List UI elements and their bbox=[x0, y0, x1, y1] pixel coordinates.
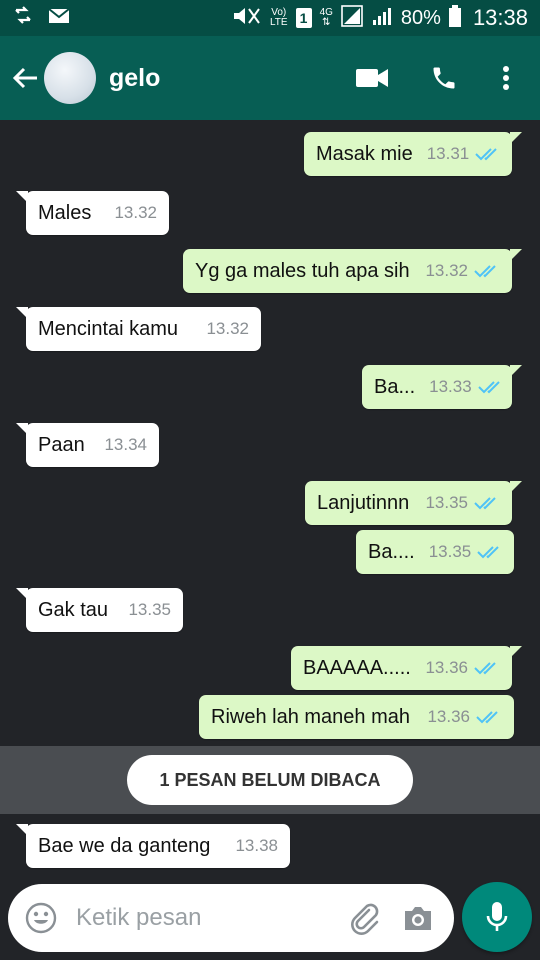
message-time: 13.36 bbox=[425, 658, 468, 677]
camera-icon bbox=[405, 907, 431, 930]
phone-icon bbox=[433, 67, 455, 89]
message-bubble-in[interactable]: Paan 13.34 bbox=[16, 423, 159, 467]
double-check-icon bbox=[475, 147, 501, 161]
message-bubble-in[interactable]: Males 13.32 bbox=[16, 191, 169, 235]
status-bar: Vo) LTE 1 4G ⇅ 80% 13:38 bbox=[0, 0, 540, 36]
more-vert-icon bbox=[503, 66, 509, 90]
clock: 13:38 bbox=[472, 5, 528, 30]
message-time: 13.38 bbox=[235, 836, 278, 855]
attach-button[interactable] bbox=[344, 901, 384, 935]
message-time: 13.32 bbox=[425, 261, 468, 280]
voice-record-button[interactable] bbox=[462, 882, 532, 952]
video-call-button[interactable] bbox=[346, 36, 398, 120]
message-time: 13.34 bbox=[104, 435, 147, 454]
back-button[interactable] bbox=[6, 36, 44, 120]
emoji-icon bbox=[25, 902, 57, 934]
message-text: Masak mie bbox=[316, 142, 413, 165]
message-bubble-out[interactable]: Ba... 13.33 bbox=[362, 365, 522, 409]
message-text: BAAAAA..... bbox=[303, 656, 411, 679]
message-time: 13.36 bbox=[427, 707, 470, 726]
message-text: Lanjutinnn bbox=[317, 491, 410, 514]
back-arrow-icon bbox=[12, 67, 37, 89]
signal-icon-2 bbox=[371, 6, 393, 31]
message-bubble-out[interactable]: BAAAAA..... 13.36 bbox=[291, 646, 522, 690]
volte-indicator: Vo) LTE bbox=[270, 8, 288, 28]
message-text: Ba... bbox=[374, 375, 416, 398]
more-options-button[interactable] bbox=[480, 36, 532, 120]
message-composer: Ketik pesan bbox=[8, 884, 454, 952]
message-time: 13.31 bbox=[426, 144, 470, 163]
message-time: 13.32 bbox=[114, 203, 157, 222]
message-time: 13.32 bbox=[206, 319, 249, 338]
video-call-icon bbox=[356, 69, 388, 87]
message-bubble-out[interactable]: Ba.... 13.35 bbox=[356, 530, 514, 574]
mute-icon bbox=[232, 5, 262, 32]
volte-bottom-label: LTE bbox=[269, 17, 288, 28]
double-check-icon bbox=[474, 264, 500, 278]
message-text: Bae we da ganteng bbox=[38, 834, 211, 857]
sim-icon: 1 bbox=[295, 8, 312, 28]
message-bubble-out[interactable]: Yg ga males tuh apa sih 13.32 bbox=[183, 249, 522, 293]
message-list[interactable]: Masak mie 13.31 Males 13.32 Yg ga males … bbox=[0, 120, 540, 746]
message-input[interactable]: Ketik pesan bbox=[76, 904, 344, 932]
message-time: 13.35 bbox=[128, 600, 171, 619]
paperclip-icon bbox=[351, 903, 379, 935]
unread-divider: 1 PESAN BELUM DIBACA bbox=[0, 746, 540, 814]
message-time: 13.35 bbox=[428, 542, 472, 561]
emoji-button[interactable] bbox=[24, 901, 58, 935]
data-transfer-icon bbox=[12, 5, 34, 31]
unread-messages-badge: 1 PESAN BELUM DIBACA bbox=[127, 755, 413, 805]
message-bubble-in[interactable]: Mencintai kamu 13.32 bbox=[16, 307, 261, 351]
microphone-icon bbox=[486, 902, 508, 931]
double-check-icon bbox=[474, 496, 500, 510]
network-type: 4G ⇅ bbox=[320, 8, 333, 28]
message-text: Ba.... bbox=[368, 540, 415, 563]
contact-name[interactable]: gelo bbox=[109, 64, 346, 93]
message-bubble-out[interactable]: Masak mie 13.31 bbox=[304, 132, 522, 176]
double-check-icon bbox=[476, 710, 502, 724]
voice-call-button[interactable] bbox=[418, 36, 470, 120]
message-time: 13.33 bbox=[429, 377, 472, 396]
message-text: Riweh lah maneh mah bbox=[211, 705, 410, 728]
message-text: Paan bbox=[38, 433, 85, 456]
double-check-icon bbox=[474, 661, 500, 675]
message-text: Yg ga males tuh apa sih bbox=[195, 259, 410, 282]
avatar[interactable] bbox=[44, 52, 96, 104]
message-bubble-out[interactable]: Riweh lah maneh mah 13.36 bbox=[199, 695, 514, 739]
message-text: Gak tau bbox=[38, 598, 109, 621]
double-check-icon bbox=[477, 545, 503, 559]
data-arrows-icon: ⇅ bbox=[322, 17, 331, 28]
chat-header: gelo bbox=[0, 36, 540, 120]
message-bubble-out[interactable]: Lanjutinnn 13.35 bbox=[305, 481, 522, 525]
message-bubble-in[interactable]: Gak tau 13.35 bbox=[16, 588, 183, 632]
double-check-icon bbox=[477, 380, 504, 394]
message-time: 13.35 bbox=[425, 493, 468, 512]
battery-icon bbox=[448, 4, 461, 32]
message-bubble-in[interactable]: Bae we da ganteng 13.38 bbox=[16, 824, 290, 868]
camera-button[interactable] bbox=[398, 904, 438, 932]
battery-percentage: 80% bbox=[400, 6, 441, 29]
message-text: Males bbox=[38, 201, 92, 224]
message-notification-icon bbox=[48, 7, 70, 30]
sim-number: 1 bbox=[299, 10, 308, 26]
signal-icon-1 bbox=[341, 4, 363, 32]
message-text: Mencintai kamu bbox=[38, 317, 179, 340]
